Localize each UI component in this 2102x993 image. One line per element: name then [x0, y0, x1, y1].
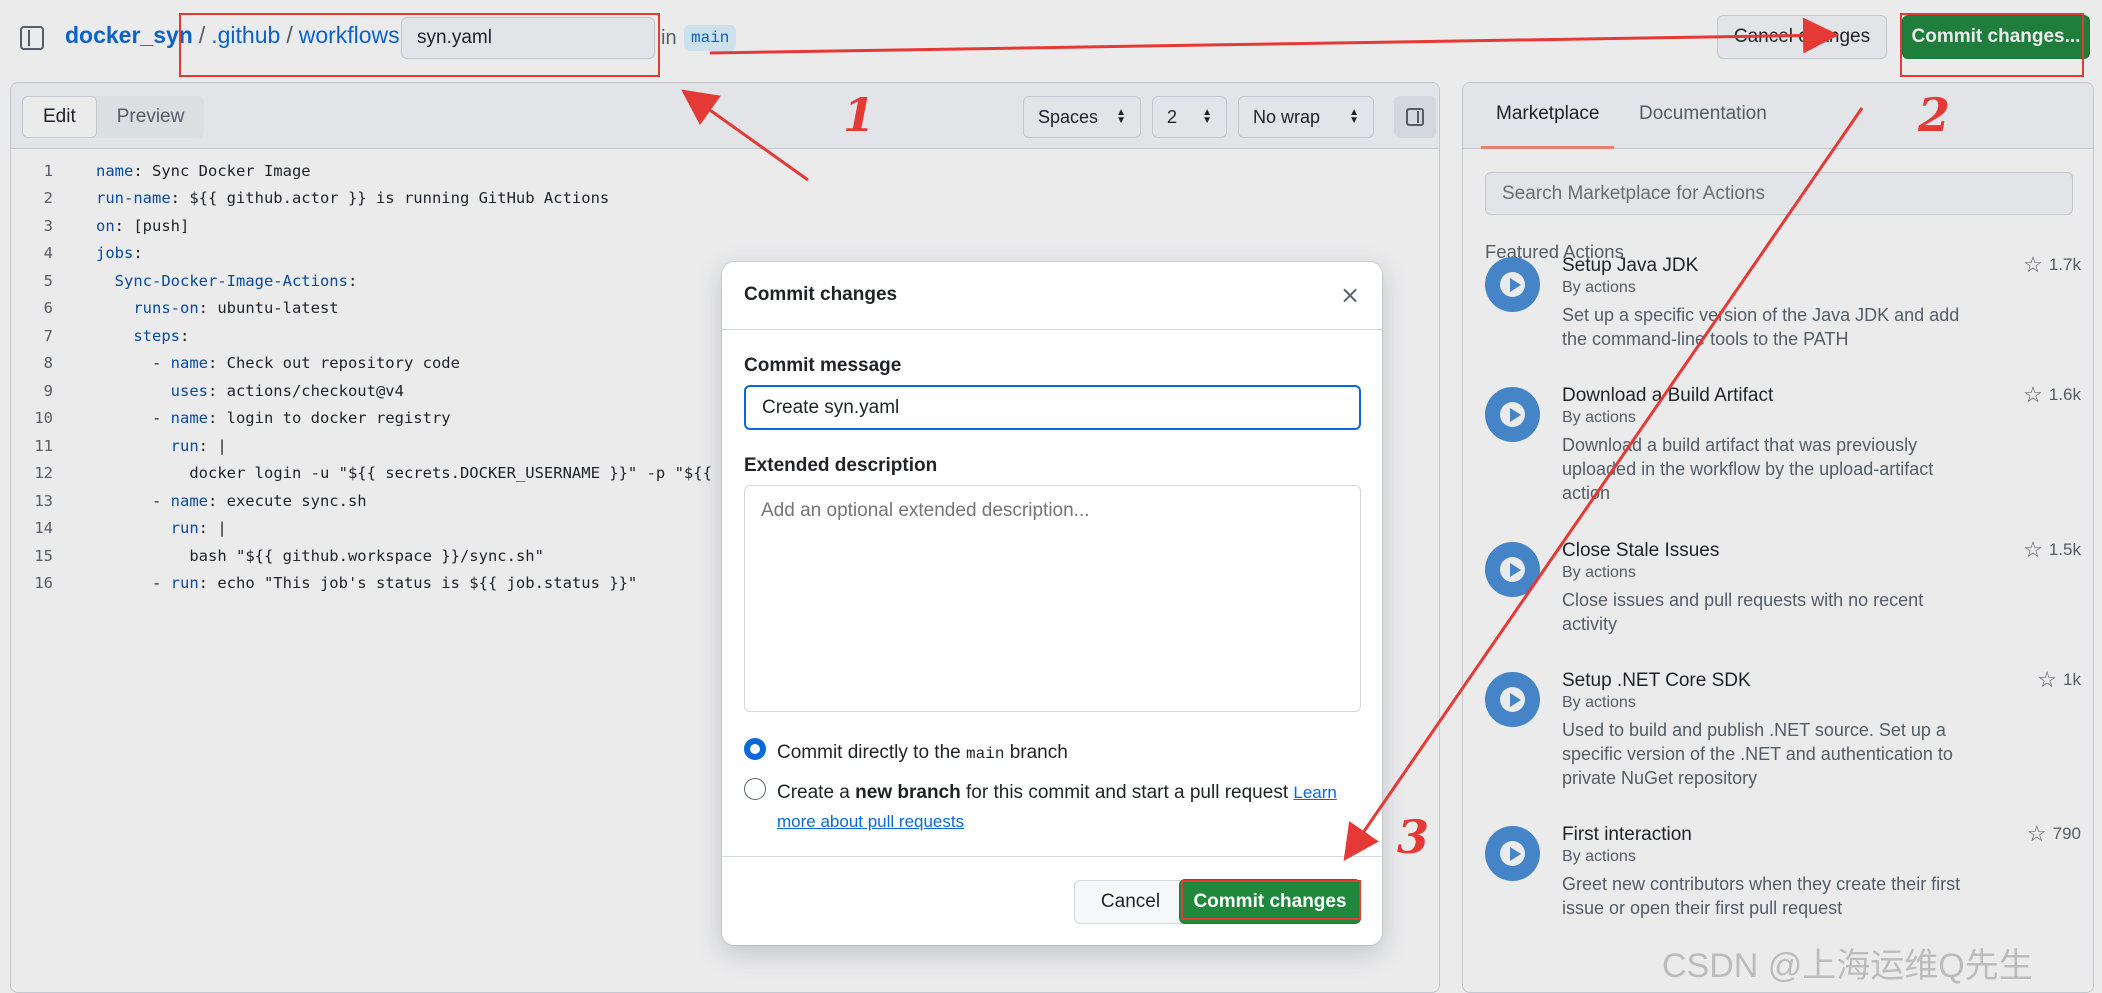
- new-branch-label: Create a new branch for this commit and …: [777, 778, 1347, 836]
- commit-direct-suffix: branch: [1009, 742, 1068, 763]
- new-branch-prefix: Create a: [777, 782, 850, 803]
- radio-commit-direct[interactable]: [744, 738, 766, 760]
- extended-description-label: Extended description: [744, 455, 938, 476]
- commit-dialog: Commit changes × Commit message Extended…: [722, 262, 1382, 945]
- annotation-number-3: 3: [1397, 810, 1430, 864]
- dialog-header: Commit changes ×: [722, 262, 1382, 330]
- annotation-box-filename: [179, 13, 660, 77]
- radio-new-branch[interactable]: [744, 778, 766, 800]
- dialog-title: Commit changes: [744, 284, 898, 305]
- watermark: CSDN @上海运维Q先生: [1662, 947, 2033, 985]
- annotation-box-commit: [1900, 13, 2084, 77]
- dialog-footer-divider: [722, 856, 1382, 857]
- new-branch-option[interactable]: Create a new branch for this commit and …: [744, 778, 1347, 836]
- commit-direct-prefix: Commit directly to the: [777, 742, 961, 763]
- annotation-number-2: 2: [1918, 88, 1951, 142]
- commit-direct-label: Commit directly to the main branch: [777, 738, 1347, 769]
- dialog-cancel-button[interactable]: Cancel: [1074, 880, 1187, 924]
- commit-message-input[interactable]: [744, 385, 1361, 430]
- annotation-number-1: 1: [843, 88, 876, 142]
- annotation-box-dialog-commit: [1181, 880, 1361, 920]
- extended-description-textarea[interactable]: [744, 485, 1361, 712]
- new-branch-bold: new branch: [855, 782, 961, 803]
- commit-message-label: Commit message: [744, 355, 902, 376]
- close-icon[interactable]: ×: [1337, 282, 1363, 308]
- commit-direct-option[interactable]: Commit directly to the main branch: [744, 738, 1347, 769]
- new-branch-suffix: for this commit and start a pull request: [966, 782, 1289, 803]
- commit-direct-branch: main: [966, 745, 1005, 763]
